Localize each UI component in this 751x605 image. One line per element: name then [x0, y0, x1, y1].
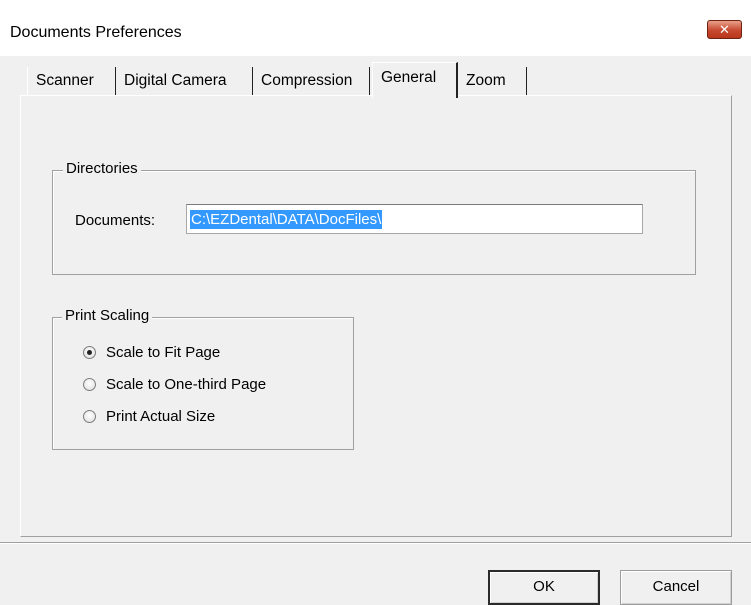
dialog-client-area: Scanner Digital Camera Compression Gener… [0, 56, 751, 605]
tab-label: Zoom [466, 72, 506, 89]
print-scaling-legend: Print Scaling [62, 307, 153, 324]
tab-compression[interactable]: Compression [253, 67, 370, 95]
tab-label: Compression [261, 72, 353, 89]
radio-button-icon [83, 346, 96, 359]
title-bar: Documents Preferences ✕ [0, 0, 751, 56]
documents-path-input[interactable]: C:\EZDental\DATA\DocFiles\ [186, 204, 643, 234]
tab-label: Digital Camera [124, 72, 227, 89]
radio-label: Print Actual Size [106, 408, 216, 425]
tab-label: Scanner [36, 72, 94, 89]
tab-label: General [381, 69, 437, 86]
button-area-separator [0, 542, 751, 544]
ok-button-label: OK [533, 578, 555, 595]
tab-general[interactable]: General [372, 62, 458, 98]
documents-label: Documents: [75, 212, 156, 229]
tab-scanner[interactable]: Scanner [27, 67, 116, 95]
tab-zoom[interactable]: Zoom [458, 67, 527, 95]
print-scaling-group: Print Scaling Scale to Fit Page Scale to… [52, 307, 354, 450]
close-icon: ✕ [719, 22, 730, 37]
directories-group: Directories Documents: C:\EZDental\DATA\… [52, 160, 696, 275]
radio-button-icon [83, 410, 96, 423]
documents-path-value: C:\EZDental\DATA\DocFiles\ [190, 210, 383, 229]
close-button[interactable]: ✕ [707, 20, 742, 39]
radio-label: Scale to Fit Page [106, 344, 221, 361]
radio-label: Scale to One-third Page [106, 376, 267, 393]
window-title: Documents Preferences [10, 24, 182, 41]
tab-digital-camera[interactable]: Digital Camera [116, 67, 253, 95]
ok-button[interactable]: OK [488, 570, 600, 605]
directories-legend: Directories [63, 160, 141, 177]
radio-button-icon [83, 378, 96, 391]
cancel-button[interactable]: Cancel [620, 570, 732, 605]
cancel-button-label: Cancel [652, 578, 700, 595]
